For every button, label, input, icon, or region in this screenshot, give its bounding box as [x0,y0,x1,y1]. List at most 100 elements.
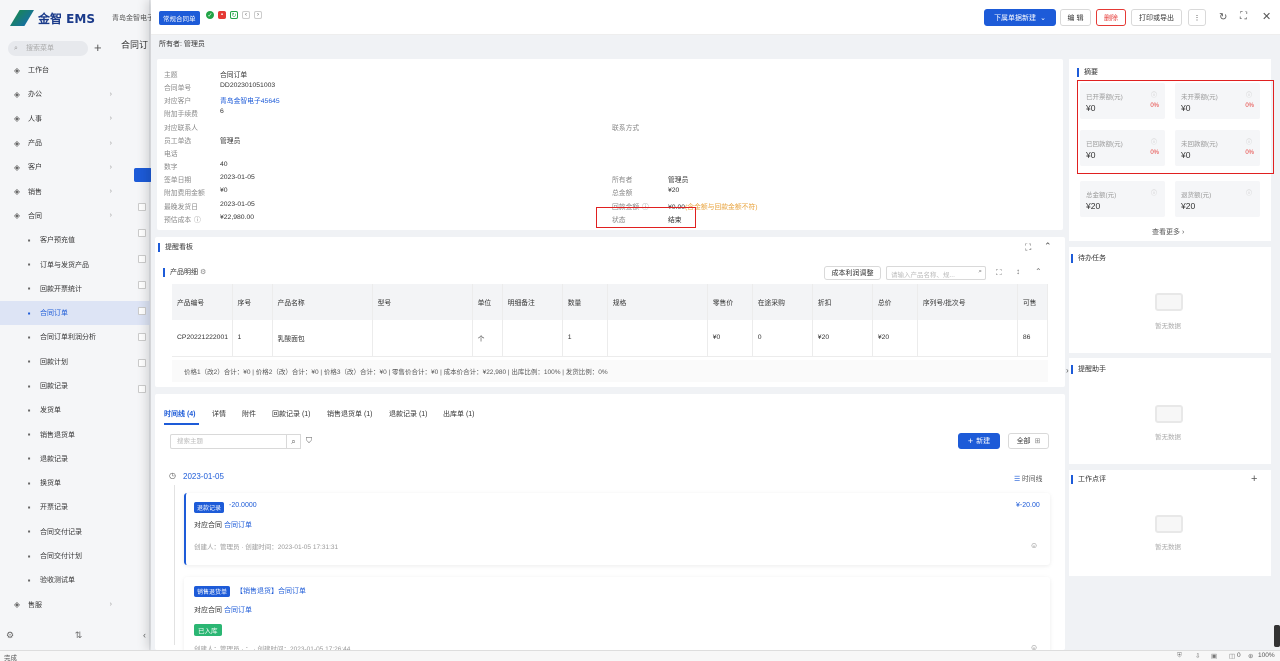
sidebar-item[interactable]: ◈ 工作台 [0,58,150,82]
sidebar-search-input[interactable]: ⌕ 搜索菜单 [8,41,88,56]
entry-title-link[interactable]: 合同订单 [278,588,306,595]
sidebar-item[interactable]: ◈ 办公 › [0,82,150,106]
sidebar-item[interactable]: ◈ 人事 › [0,107,150,131]
scrollbar-thumb[interactable] [1274,625,1280,647]
relation-link[interactable]: 合同订单 [224,607,252,614]
background-checkbox[interactable] [138,385,146,393]
company-tab[interactable]: 青岛金智电子 [112,13,154,23]
sort-icon[interactable]: ↕ [1016,267,1020,276]
column-header[interactable]: 零售价 [707,284,753,320]
timeline-tab[interactable]: 时间线 (4) [164,409,196,419]
sidebar-item[interactable]: ▪ 合同订单利润分析 [0,325,150,349]
product-name-link[interactable]: 乳酸面包 [272,320,373,357]
sidebar-item[interactable]: ▪ 回款记录 [0,374,150,398]
next-icon[interactable]: › [254,11,262,19]
product-search-input[interactable]: 请输入产品名称、规... ⌕ [886,266,986,280]
background-checkbox[interactable] [138,255,146,263]
delete-button[interactable]: 删除 [1096,9,1126,26]
expand-icon[interactable]: ⛶ [1025,242,1031,253]
sidebar-item[interactable]: ◈ 合同 › [0,204,150,228]
filter-icon[interactable]: ⛉ [306,436,312,446]
collapse-up-icon[interactable]: ⌃ [1035,267,1042,276]
field-value[interactable]: 青岛金智电子45645 [220,95,280,105]
more-button[interactable]: ⋮ [1188,9,1206,26]
sidebar-item[interactable]: ▪ 退款记录 [0,447,150,471]
timeline-tab[interactable]: 详情 [212,409,226,419]
background-checkbox[interactable] [138,229,146,237]
new-subordinate-button[interactable]: 下属单据新建 ⌄ [984,9,1056,26]
prev-icon[interactable]: ‹ [242,11,250,19]
timeline-tab[interactable]: 退款记录 (1) [389,409,428,419]
sidebar-item[interactable]: ◈ 售服 › [0,593,150,617]
counter-icon[interactable]: ◫ [1229,652,1235,660]
column-header[interactable]: 序列号/批次号 [917,284,1018,320]
sidebar-item[interactable]: ◈ 产品 › [0,131,150,155]
lock-icon[interactable]: ▪ [218,11,226,19]
device-icon[interactable]: ▣ [1211,652,1217,660]
info-icon[interactable]: ⓘ [1246,188,1252,197]
timeline-entry[interactable] [184,577,1050,653]
background-checkbox[interactable] [138,281,146,289]
comment-icon[interactable]: ☺ [1030,541,1038,550]
sidebar-item[interactable]: ▪ 回款开票统计 [0,277,150,301]
column-header[interactable]: 序号 [232,284,273,320]
column-header[interactable]: 型号 [372,284,473,320]
background-checkbox[interactable] [138,307,146,315]
column-header[interactable]: 总价 [872,284,918,320]
sidebar-item[interactable]: ▪ 验收测试单 [0,568,150,592]
column-header[interactable]: 规格 [607,284,708,320]
timeline-tab[interactable]: 附件 [242,409,256,419]
relation-link[interactable]: 合同订单 [224,522,252,529]
timeline-view-toggle[interactable]: ☰ 时间线 [1014,473,1042,483]
sidebar-item[interactable]: ▪ 回款计划 [0,350,150,374]
sidebar-item[interactable]: ◈ 客户 › [0,155,150,179]
fullscreen-icon[interactable]: ⛶ [1240,11,1247,22]
fullscreen-icon[interactable]: ⛶ [996,268,1002,278]
timeline-search-input[interactable]: 搜索主题 [170,434,300,449]
column-header[interactable]: 明细备注 [502,284,563,320]
info-icon[interactable]: ⓘ [1151,188,1157,197]
timeline-tab[interactable]: 出库单 (1) [443,409,475,419]
column-header[interactable]: 产品编号 [172,284,233,320]
sidebar-item[interactable]: ▪ 销售退货单 [0,422,150,446]
sidebar-item[interactable]: ▪ 开票记录 [0,495,150,519]
column-header[interactable]: 折扣 [812,284,873,320]
sidebar-item[interactable]: ▪ 订单与发货产品 [0,252,150,276]
collapse-icon[interactable]: ‹ [143,630,146,641]
settings-gear-icon[interactable]: ⚙ [200,269,206,276]
column-header[interactable]: 在途采购 [752,284,813,320]
filter-icon[interactable]: ⇅ [75,630,83,641]
zoom-level[interactable]: 100% [1258,652,1275,659]
shield-icon[interactable]: ⛨ [1177,652,1182,660]
background-checkbox[interactable] [138,359,146,367]
timeline-tab[interactable]: 回款记录 (1) [272,409,311,419]
download-icon[interactable]: ⇩ [1195,652,1200,660]
view-more-link[interactable]: 查看更多 › [1152,227,1184,237]
add-review-icon[interactable]: + [1251,473,1257,485]
sidebar-item[interactable]: ▪ 换货单 [0,471,150,495]
refresh-icon[interactable]: ↻ [230,11,238,19]
column-header[interactable]: 数量 [562,284,608,320]
sidebar-item[interactable]: ▪ 发货单 [0,398,150,422]
search-icon[interactable]: ⌕ [286,434,301,449]
collapse-up-icon[interactable]: ⌃ [1044,241,1052,252]
print-export-button[interactable]: 打印或导出 [1131,9,1182,26]
sidebar-item[interactable]: ▪ 合同交付计划 [0,544,150,568]
sidebar-item[interactable]: ▪ 合同交付记录 [0,520,150,544]
all-filter-button[interactable]: 全部 ⊞ [1008,433,1049,449]
timeline-new-button[interactable]: + 新建 [958,433,1000,449]
cost-profit-button[interactable]: 成本利润调整 [824,266,881,280]
settings-icon[interactable]: ⚙ [6,630,14,641]
column-header[interactable]: 产品名称 [272,284,373,320]
close-icon[interactable]: ✕ [1262,10,1271,23]
background-checkbox[interactable] [138,333,146,341]
edit-button[interactable]: 编 辑 [1060,9,1091,26]
zoom-icon[interactable]: ⊕ [1248,652,1253,660]
background-checkbox[interactable] [138,203,146,211]
timeline-tab[interactable]: 销售退货单 (1) [327,409,373,419]
sidebar-add-button[interactable]: + [94,40,102,55]
table-row[interactable]: CP20221222001 1 乳酸面包个 1 ¥0 0 ¥20 ¥20 86 [172,320,1049,357]
info-icon[interactable]: ⓘ [194,214,201,224]
background-button[interactable] [134,168,152,182]
reload-icon[interactable]: ↻ [1219,12,1227,23]
